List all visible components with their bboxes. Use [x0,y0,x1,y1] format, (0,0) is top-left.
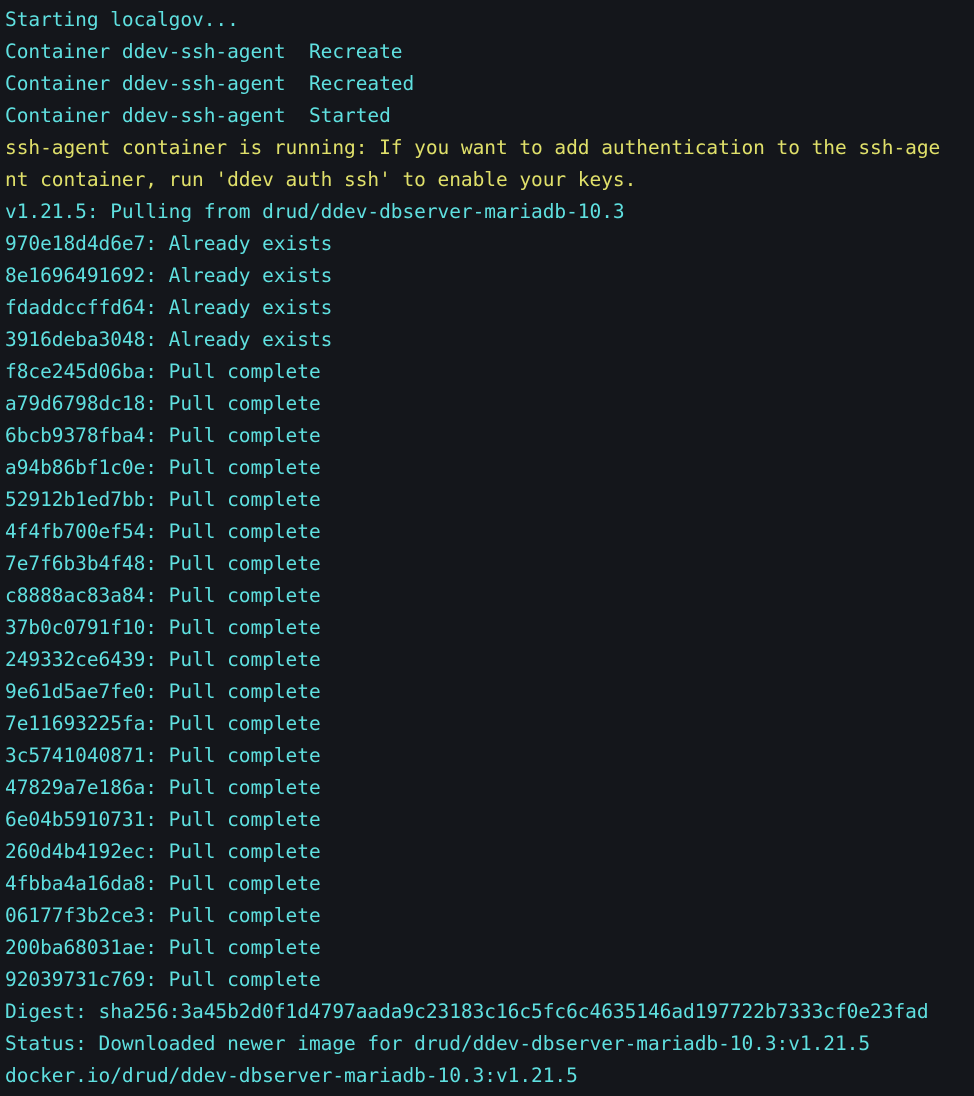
terminal-line: nt container, run 'ddev auth ssh' to ena… [5,168,637,191]
terminal-line: ssh-agent container is running: If you w… [5,136,941,159]
terminal-line: 37b0c0791f10: Pull complete [5,616,321,639]
terminal-line: 7e11693225fa: Pull complete [5,712,321,735]
terminal-line: 06177f3b2ce3: Pull complete [5,904,321,927]
terminal-line: Container ddev-ssh-agent Recreated [5,72,415,95]
terminal-line: Container ddev-ssh-agent Started [5,104,391,127]
terminal-line: a79d6798dc18: Pull complete [5,392,321,415]
terminal-line: c8888ac83a84: Pull complete [5,584,321,607]
terminal-line: 6e04b5910731: Pull complete [5,808,321,831]
terminal-line: 52912b1ed7bb: Pull complete [5,488,321,511]
terminal-line: Digest: sha256:3a45b2d0f1d4797aada9c2318… [5,1000,929,1023]
terminal-line: 6bcb9378fba4: Pull complete [5,424,321,447]
terminal-line: 92039731c769: Pull complete [5,968,321,991]
terminal-output-pane[interactable]: Starting localgov... Container ddev-ssh-a… [0,0,974,1096]
terminal-line: Container ddev-ssh-agent Recreate [5,40,403,63]
terminal-line: a94b86bf1c0e: Pull complete [5,456,321,479]
terminal-line: 3916deba3048: Already exists [5,328,333,351]
terminal-line: 970e18d4d6e7: Already exists [5,232,333,255]
terminal-line: 7e7f6b3b4f48: Pull complete [5,552,321,575]
terminal-line: 47829a7e186a: Pull complete [5,776,321,799]
terminal-line: fdaddccffd64: Already exists [5,296,333,319]
terminal-line: v1.21.5: Pulling from drud/ddev-dbserver… [5,200,625,223]
terminal-line: 200ba68031ae: Pull complete [5,936,321,959]
terminal-line: f8ce245d06ba: Pull complete [5,360,321,383]
terminal-line: 4f4fb700ef54: Pull complete [5,520,321,543]
terminal-line: 8e1696491692: Already exists [5,264,333,287]
terminal-line: 260d4b4192ec: Pull complete [5,840,321,863]
terminal-line: Status: Downloaded newer image for drud/… [5,1032,871,1055]
terminal-line: 9e61d5ae7fe0: Pull complete [5,680,321,703]
terminal-line: docker.io/drud/ddev-dbserver-mariadb-10.… [5,1064,578,1087]
terminal-line: 4fbba4a16da8: Pull complete [5,872,321,895]
terminal-line: Starting localgov... [5,8,239,31]
terminal-line: 3c5741040871: Pull complete [5,744,321,767]
terminal-line: 249332ce6439: Pull complete [5,648,321,671]
